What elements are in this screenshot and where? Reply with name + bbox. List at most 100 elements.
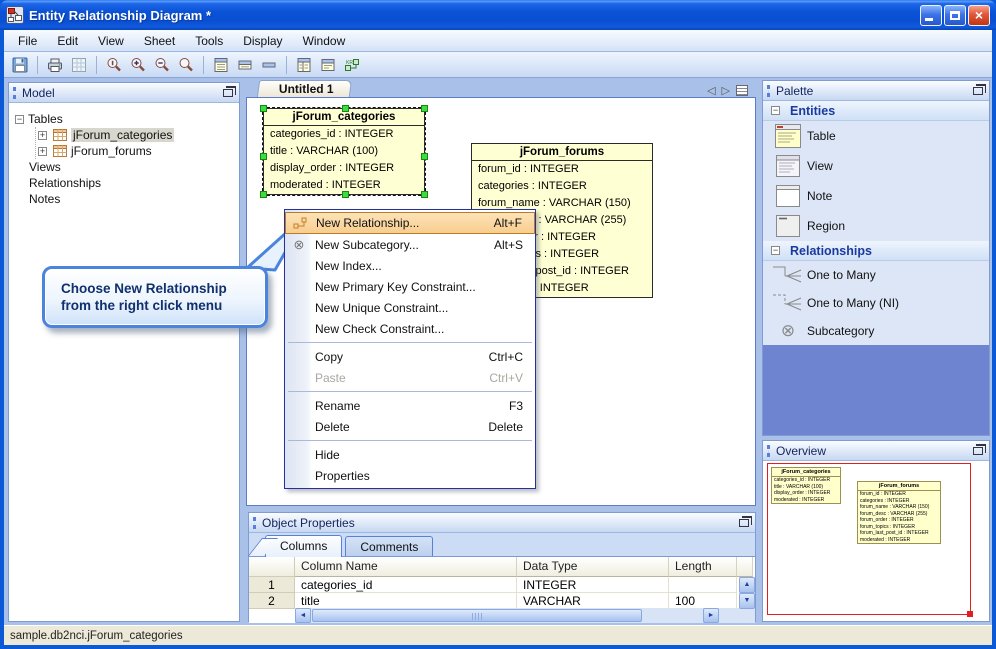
section-entities[interactable]: − Entities [763,101,989,121]
length-header: Length [669,557,737,577]
tree-item-views[interactable]: Views [15,159,237,175]
menu-item-new-index[interactable]: New Index... [285,255,535,276]
menu-item-delete[interactable]: Delete Delete [285,416,535,437]
float-panel-icon[interactable] [973,443,986,455]
minimize-button[interactable] [920,4,942,26]
cell-data-type[interactable]: INTEGER [517,577,669,593]
selection-handle[interactable] [421,105,428,112]
scrollbar-thumb[interactable] [312,609,642,622]
horizontal-scrollbar[interactable]: ◄ ► [295,608,739,623]
expand-icon[interactable]: + [38,130,47,140]
palette-item-one-to-many-ni[interactable]: One to Many (NI) [763,289,989,317]
cell-column-name[interactable]: title [295,593,517,609]
prev-tab-icon[interactable]: ◁ [707,84,715,97]
cell-length[interactable]: 100 [669,593,737,609]
menu-item-hide[interactable]: Hide [285,444,535,465]
menu-item-properties[interactable]: Properties [285,465,535,486]
scroll-down-icon[interactable]: ▼ [739,593,755,609]
expand-icon[interactable]: + [38,146,47,156]
maximize-button[interactable] [944,4,966,26]
menu-item-new-subcategory[interactable]: ⊗ New Subcategory... Alt+S [285,234,535,255]
palette-item-one-to-many[interactable]: One to Many [763,261,989,289]
menu-item-paste[interactable]: Paste Ctrl+V [285,367,535,388]
svg-text:KR: KR [346,60,353,66]
menu-item-new-check-constraint[interactable]: New Check Constraint... [285,318,535,339]
menu-sheet[interactable]: Sheet [134,31,185,51]
menu-item-new-relationship[interactable]: New Relationship... Alt+F [285,212,535,234]
menu-window[interactable]: Window [293,31,356,51]
display-collapsed-icon[interactable] [258,54,280,76]
zoom-actual-icon[interactable] [103,54,125,76]
float-panel-icon[interactable] [739,515,752,527]
selection-handle[interactable] [421,153,428,160]
overview-header[interactable]: Overview [763,441,989,461]
vertical-scrollbar[interactable]: ▲ ▼ [739,577,755,623]
selection-handle[interactable] [260,153,267,160]
palette-item-subcategory[interactable]: ⊗ Subcategory [763,317,989,345]
display-attributes-icon[interactable] [210,54,232,76]
palette-header[interactable]: Palette [763,81,989,101]
menu-view[interactable]: View [88,31,134,51]
selection-handle[interactable] [260,191,267,198]
palette-item-table[interactable]: Table [763,121,989,151]
object-properties-header[interactable]: Object Properties [249,513,755,533]
menu-item-new-primary-key-constraint[interactable]: New Primary Key Constraint... [285,276,535,297]
collapse-icon[interactable]: − [771,106,780,115]
palette-item-view[interactable]: View [763,151,989,181]
scroll-left-icon[interactable]: ◄ [295,608,311,623]
next-tab-icon[interactable]: ▷ [722,84,730,97]
model-panel-header[interactable]: Model [9,83,239,103]
cell-data-type[interactable]: VARCHAR [517,593,669,609]
menu-item-rename[interactable]: Rename F3 [285,395,535,416]
cell-length[interactable] [669,577,737,593]
menu-edit[interactable]: Edit [47,31,88,51]
selection-handle[interactable] [342,191,349,198]
save-icon[interactable] [9,54,31,76]
selection-handle[interactable] [421,191,428,198]
tab-list-icon[interactable] [736,85,748,96]
callout-bubble: Choose New Relationship from the right c… [42,266,268,328]
cell-column-name[interactable]: categories_id [295,577,517,593]
menu-file[interactable]: File [8,31,47,51]
show-comments-icon[interactable] [317,54,339,76]
tree-item-notes[interactable]: Notes [15,191,237,207]
tree-item-jforum-categories[interactable]: + jForum_categories [36,127,237,143]
menu-item-copy[interactable]: Copy Ctrl+C [285,346,535,367]
collapse-icon[interactable]: − [15,114,24,124]
menu-display[interactable]: Display [233,31,292,51]
show-columns-icon[interactable] [293,54,315,76]
grid-icon[interactable] [68,54,90,76]
zoom-icon[interactable] [175,54,197,76]
viewport-resize-handle[interactable] [967,611,973,617]
tree-item-relationships[interactable]: Relationships [15,175,237,191]
toolbar-separator [96,55,97,74]
entity-title: jForum_forums [472,144,652,161]
selection-handle[interactable] [260,105,267,112]
diagram-canvas[interactable]: jForum_categories categories_id : INTEGE… [246,97,756,506]
menu-tools[interactable]: Tools [185,31,233,51]
palette-item-note[interactable]: Note [763,181,989,211]
float-panel-icon[interactable] [973,83,986,95]
tree-label-selected: jForum_categories [71,128,175,142]
close-button[interactable]: × [968,4,990,26]
zoom-out-icon[interactable] [151,54,173,76]
scroll-right-icon[interactable]: ► [703,608,719,623]
palette-item-region[interactable]: One to Many Region [763,211,989,241]
selection-handle[interactable] [342,105,349,112]
new-relationship-tool-icon[interactable]: KR [341,54,363,76]
display-names-icon[interactable] [234,54,256,76]
print-icon[interactable] [44,54,66,76]
section-relationships[interactable]: − Relationships [763,241,989,261]
scroll-up-icon[interactable]: ▲ [739,577,755,593]
float-panel-icon[interactable] [223,85,236,97]
collapse-icon[interactable]: − [771,246,780,255]
tab-untitled-1[interactable]: Untitled 1 [256,80,352,97]
tree-item-jforum-forums[interactable]: + jForum_forums [36,143,237,159]
zoom-in-icon[interactable] [127,54,149,76]
panel-grip [253,516,256,529]
tab-comments[interactable]: Comments [345,536,434,556]
menu-item-new-unique-constraint[interactable]: New Unique Constraint... [285,297,535,318]
entity-jforum-categories[interactable]: jForum_categories categories_id : INTEGE… [260,105,428,198]
tree-item-tables[interactable]: − Tables [15,111,237,127]
toolbar-separator [286,55,287,74]
